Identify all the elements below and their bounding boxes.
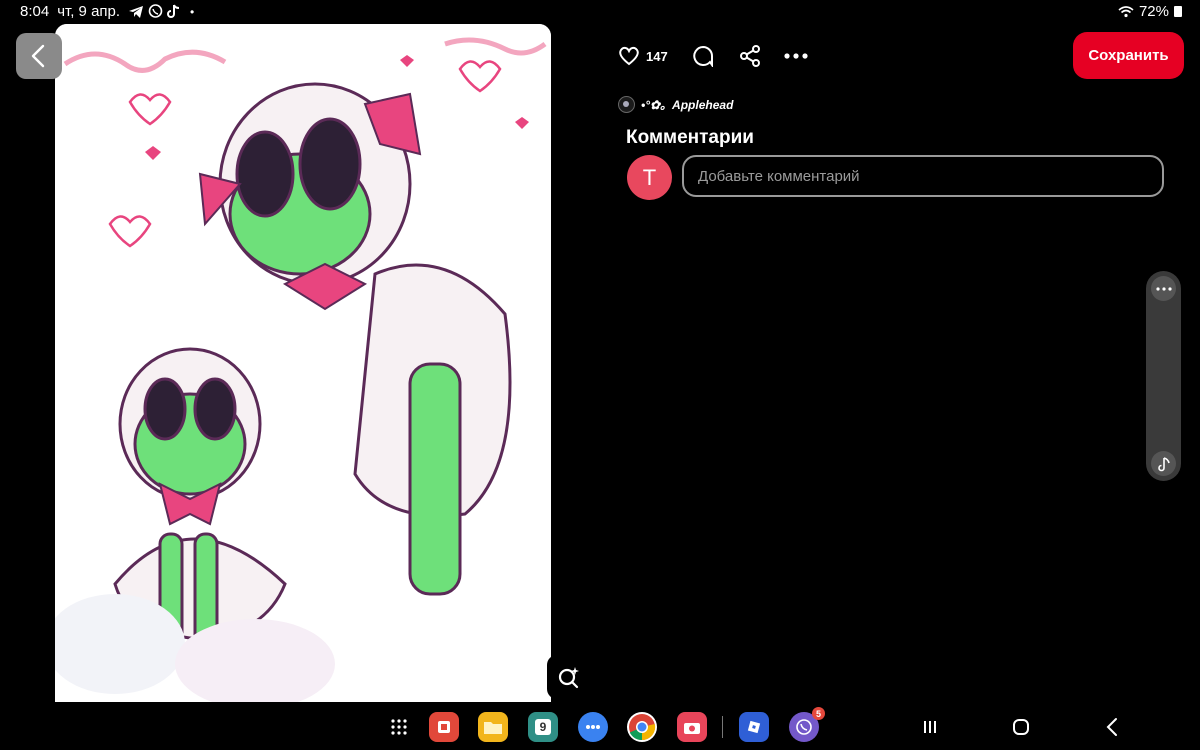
home-button[interactable] <box>1006 712 1036 742</box>
comment-button[interactable] <box>692 45 714 67</box>
comment-input[interactable] <box>682 155 1164 197</box>
dock-files[interactable] <box>478 712 508 742</box>
clock: 8:04 <box>20 3 50 20</box>
dock-camera[interactable] <box>677 712 707 742</box>
folder-icon <box>484 722 502 734</box>
battery-icon <box>1174 6 1182 17</box>
edge-panel-menu-button[interactable] <box>1151 276 1176 301</box>
pin-actions: 147 <box>618 40 809 72</box>
comments-title: Комментарии <box>626 127 754 148</box>
chevron-left-icon <box>31 44 45 68</box>
author-name: •°✿。Applehead <box>641 98 734 112</box>
comment-icon <box>693 45 713 67</box>
recent-apps-button[interactable] <box>915 712 945 742</box>
recent-apps-icon <box>924 721 936 733</box>
grid-icon <box>391 719 407 735</box>
notification-icons: • <box>128 4 194 19</box>
save-button[interactable]: Сохранить <box>1073 32 1184 79</box>
status-bar: 8:04 чт, 9 апр. • 72% <box>0 0 1200 26</box>
music-note-icon <box>1157 456 1170 471</box>
share-button[interactable] <box>739 45 761 67</box>
dock-roblox[interactable] <box>739 712 769 742</box>
viber-icon <box>796 719 812 735</box>
pin-image[interactable] <box>55 24 551 702</box>
back-arrow-icon <box>1106 718 1117 736</box>
dock-divider <box>722 716 723 738</box>
edge-panel-music-button[interactable] <box>1151 451 1176 476</box>
dock-messages[interactable] <box>578 712 608 742</box>
app-red-icon <box>438 721 450 733</box>
like-button[interactable]: 147 <box>618 46 668 66</box>
notification-badge: 5 <box>812 707 825 720</box>
chrome-icon <box>629 714 656 741</box>
more-options-button[interactable] <box>783 52 809 60</box>
system-back-button[interactable] <box>1097 712 1127 742</box>
app-drawer-button[interactable] <box>384 712 414 742</box>
status-left: 8:04 чт, 9 апр. • <box>20 3 194 20</box>
pin-artwork <box>55 24 551 702</box>
viber-icon <box>148 4 163 18</box>
camera-icon <box>684 723 700 734</box>
home-icon <box>1013 719 1029 735</box>
calendar-day: 9 <box>535 719 551 735</box>
dock-chrome[interactable] <box>627 712 657 742</box>
edge-panel[interactable] <box>1146 271 1181 481</box>
pin-author[interactable]: •°✿。Applehead <box>618 96 733 113</box>
lens-icon <box>558 667 579 689</box>
dock-calendar[interactable]: 9 <box>528 712 558 742</box>
back-button[interactable] <box>16 33 62 79</box>
more-notifications-dot: • <box>190 4 195 19</box>
user-avatar: T <box>627 155 672 200</box>
dock-viber[interactable]: 5 <box>789 707 825 742</box>
chat-bubble-icon <box>586 725 600 729</box>
more-dots-icon <box>1155 286 1172 291</box>
share-icon <box>739 45 760 67</box>
heart-icon <box>619 46 639 66</box>
visual-search-button[interactable] <box>547 655 591 699</box>
date: чт, 9 апр. <box>57 3 121 20</box>
status-right: 72% <box>1118 3 1182 20</box>
more-dots-icon <box>784 53 808 59</box>
dock-app-red[interactable] <box>429 712 459 742</box>
tiktok-icon <box>167 4 180 18</box>
telegram-icon <box>129 5 144 18</box>
roblox-icon <box>747 720 761 734</box>
battery-percent: 72% <box>1138 3 1169 20</box>
author-avatar <box>618 96 635 113</box>
user-initial: T <box>642 164 657 190</box>
wifi-icon <box>1118 5 1134 17</box>
like-count: 147 <box>646 48 668 64</box>
